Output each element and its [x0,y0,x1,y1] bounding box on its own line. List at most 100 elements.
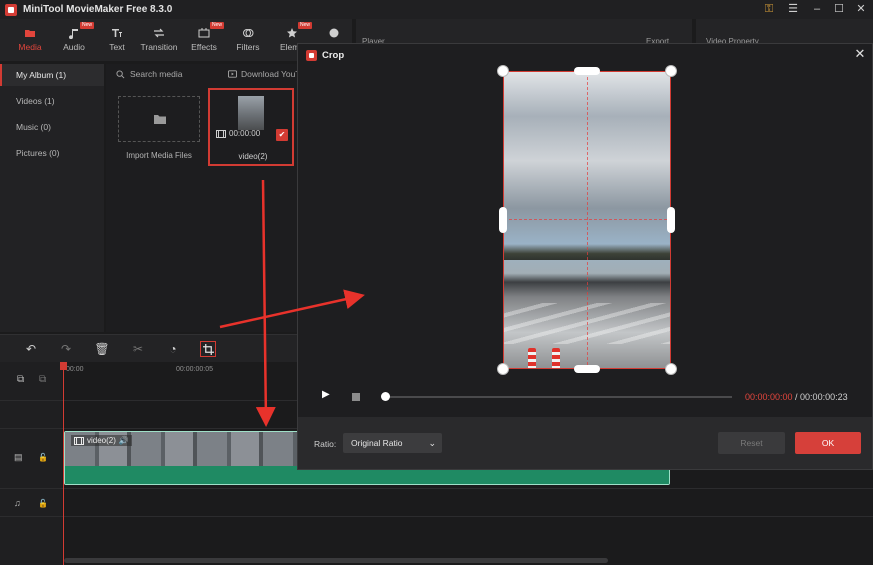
download-icon [228,70,237,78]
stop-button[interactable] [352,393,360,401]
crop-preview[interactable] [503,71,671,369]
video-name: video(2) [238,152,268,161]
reset-button[interactable]: Reset [718,432,785,454]
key-icon[interactable]: ⚿ [760,2,778,17]
crop-handle-bottom-right[interactable] [665,363,677,375]
crop-dialog-title: Crop [322,49,345,61]
download-label: Download YouT [241,69,301,79]
play-button[interactable]: ▶ [322,389,334,403]
lock-icon[interactable]: 🔓 [38,499,48,508]
crop-handle-top-left[interactable] [497,65,509,77]
import-media-button[interactable] [118,96,200,142]
ruler-label-start: 00:00 [66,366,84,373]
video-thumbnail [238,96,264,130]
track-headers: ⧉ ⧉ ▤ 🔓 ♫ 🔓 [0,362,62,565]
new-badge: New [298,22,313,29]
folder-icon [25,30,35,37]
transition-icon [154,28,164,38]
crop-dialog-footer: Ratio: Original Ratio ⌄ Reset OK [298,417,872,469]
ruler-label-5f: 00:00:00:05 [176,366,213,373]
new-badge: New [210,22,225,29]
crop-icon [202,344,214,355]
tab-audio-label: Audio [63,42,85,52]
timeline-scrollbar[interactable] [64,558,608,563]
seek-handle[interactable] [381,392,390,401]
undo-icon[interactable]: ↶ [23,341,39,357]
filters-icon [243,29,254,37]
video-duration: 00:00:00 [216,129,260,138]
tab-filters-label: Filters [236,42,260,52]
split-icon[interactable]: ✂ [130,341,146,357]
app-logo-icon [306,49,317,61]
media-item-video[interactable]: 00:00:00 ✔ video(2) [208,88,294,166]
close-window-button[interactable]: ✕ [852,2,870,17]
crop-handle-right[interactable] [667,207,675,233]
timecode: 00:00:00:00 / 00:00:00:23 [745,392,848,402]
sidebar-item-videos[interactable]: Videos (1) [0,90,104,112]
tab-media[interactable]: Media [8,19,52,61]
video-duration-text: 00:00:00 [229,129,261,138]
music-note-icon [69,29,78,39]
crop-handle-top[interactable] [574,67,600,75]
tab-audio[interactable]: Audio New [52,19,96,61]
crop-handle-bottom-left[interactable] [497,363,509,375]
effects-icon [198,28,210,38]
clip-name: video(2) [87,436,116,445]
redo-icon[interactable]: ↷ [58,341,74,357]
ratio-value: Original Ratio [351,438,403,448]
sidebar-item-my-album[interactable]: My Album (1) [0,64,104,86]
delete-icon[interactable]: 🗑 [94,341,110,357]
folder-icon [154,115,166,124]
ratio-label: Ratio: [314,439,337,449]
film-icon [216,129,226,138]
preview-cone [528,348,536,368]
tab-text[interactable]: Text [95,19,139,61]
tab-text-label: Text [109,42,125,52]
current-time: 00:00:00:00 [745,392,793,402]
close-icon[interactable]: ✕ [852,46,868,62]
tab-transition[interactable]: Transition [137,19,181,61]
sidebar-item-pictures[interactable]: Pictures (0) [0,142,104,164]
app-window: MiniTool MovieMaker Free 8.3.0 ⚿ ☰ – ☐ ✕… [0,0,873,565]
copy-track-icon[interactable]: ⧉ [39,374,46,385]
playhead-handle[interactable] [60,362,67,370]
search-icon [116,69,125,78]
tab-effects-label: Effects [191,42,217,52]
checkmark-icon[interactable]: ✔ [276,129,288,141]
menu-icon[interactable]: ☰ [784,2,802,17]
chevron-down-icon: ⌄ [428,438,436,448]
download-youtube-button[interactable]: Download YouT [228,69,301,79]
text-icon [112,29,122,37]
crop-dialog-titlebar: Crop ✕ [298,44,872,66]
app-logo-icon [5,3,17,16]
crop-handle-bottom[interactable] [574,365,600,373]
library-nav: My Album (1) Videos (1) Music (0) Pictur… [0,64,104,332]
tab-filters[interactable]: Filters [226,19,270,61]
app-title: MiniTool MovieMaker Free 8.3.0 [23,4,173,15]
playhead[interactable] [63,362,64,565]
crop-button[interactable] [200,341,216,357]
search-media[interactable]: Search media [116,69,182,79]
audio-track-icon: ♫ [14,498,21,508]
clip-label: video(2) 🔊 [71,435,132,446]
add-track-icon[interactable]: ⧉ [17,374,24,385]
speed-icon[interactable]: ◔ [165,341,181,357]
search-media-label: Search media [130,69,183,79]
ok-button[interactable]: OK [795,432,861,454]
lock-icon[interactable]: 🔓 [38,453,48,462]
preview-cone [552,348,560,368]
crop-handle-left[interactable] [499,207,507,233]
speaker-icon[interactable]: 🔊 [119,436,129,445]
maximize-button[interactable]: ☐ [830,2,848,17]
crop-handle-top-right[interactable] [665,65,677,77]
sidebar-item-music[interactable]: Music (0) [0,116,104,138]
new-badge: New [80,22,95,29]
track-divider [0,516,873,517]
ratio-select[interactable]: Original Ratio ⌄ [343,433,442,453]
crop-dialog: Crop ✕ ▶ 00:00:00:00 / 00:00:00:23 Ratio… [297,43,873,470]
title-bar: MiniTool MovieMaker Free 8.3.0 ⚿ ☰ – ☐ ✕ [0,0,873,19]
seek-bar[interactable] [384,396,732,398]
minimize-button[interactable]: – [808,2,826,17]
crop-guide-horizontal [504,219,670,220]
tab-effects[interactable]: Effects New [182,19,226,61]
